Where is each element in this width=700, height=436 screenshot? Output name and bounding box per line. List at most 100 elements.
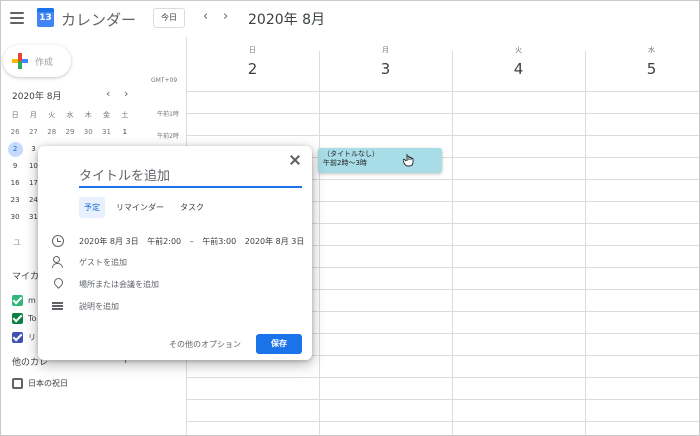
tab-1[interactable]: リマインダー xyxy=(111,197,169,218)
mini-weekday: 木 xyxy=(84,111,92,119)
column-divider xyxy=(452,51,453,435)
add-description: 説明を追加 xyxy=(79,301,119,311)
tab-2[interactable]: タスク xyxy=(175,197,209,218)
more-options-button[interactable]: その他のオプション xyxy=(169,339,241,350)
hand-cursor-icon xyxy=(403,154,414,167)
mini-day[interactable]: 26 xyxy=(6,124,24,141)
event-title-input[interactable] xyxy=(79,166,302,188)
mini-day[interactable]: 27 xyxy=(24,124,42,141)
day-name: 水 xyxy=(648,46,655,54)
hour-line xyxy=(186,135,699,136)
day-number[interactable]: 3 xyxy=(319,60,452,78)
day-name: 月 xyxy=(382,46,389,54)
day-name: 火 xyxy=(515,46,522,54)
mini-weekday: 水 xyxy=(66,111,74,119)
mini-weekday: 火 xyxy=(48,111,56,119)
mini-day[interactable]: 1 xyxy=(116,124,134,141)
guests-row[interactable]: ゲストを追加 xyxy=(52,255,127,269)
column-divider xyxy=(585,51,586,435)
end-date[interactable]: 2020年 8月 3日 xyxy=(245,237,305,246)
other-calendar-item[interactable]: 日本の祝日 xyxy=(12,376,68,390)
calendar-label: To xyxy=(28,313,37,323)
close-icon[interactable] xyxy=(289,154,301,166)
my-calendar-item[interactable]: To xyxy=(12,311,36,325)
start-date[interactable]: 2020年 8月 3日 xyxy=(79,237,139,246)
draft-event[interactable]: （タイトルなし） 午前2時～3時 xyxy=(318,148,442,173)
mini-day[interactable]: 2 xyxy=(6,141,24,158)
day-column-header[interactable]: 月3 xyxy=(319,45,452,78)
create-label: 作成 xyxy=(35,58,54,68)
mini-calendar-title: 2020年 8月 xyxy=(12,92,62,102)
day-column-header[interactable]: 水5 xyxy=(585,45,699,78)
chevron-right-icon[interactable]: › xyxy=(223,9,228,24)
people-icon xyxy=(52,256,64,268)
today-button[interactable]: 今日 xyxy=(153,8,185,28)
app-frame: 13 カレンダー 今日 ‹ › 2020年 8月 作成 2020年 8月 ‹ ›… xyxy=(0,0,700,436)
day-number[interactable]: 4 xyxy=(452,60,585,78)
mini-day[interactable]: 9 xyxy=(6,158,24,175)
mini-weekday: 金 xyxy=(103,111,111,119)
mini-day[interactable]: 31 xyxy=(97,124,115,141)
start-time[interactable]: 午前2:00 xyxy=(147,237,181,246)
mini-chevron-left-icon[interactable]: ‹ xyxy=(106,87,110,100)
mini-day[interactable]: 30 xyxy=(79,124,97,141)
quick-event-dialog: 予定リマインダータスク 2020年 8月 3日 午前2:00 – 午前3:00 … xyxy=(38,146,312,360)
day-column-header[interactable]: 日2 xyxy=(186,45,319,78)
location-pin-icon xyxy=(52,278,64,290)
event-type-tabs: 予定 リマインダー タスク xyxy=(79,197,215,218)
hour-line xyxy=(186,399,699,400)
calendar-label: 日本の祝日 xyxy=(28,378,68,388)
mini-weekday: 月 xyxy=(29,111,37,119)
day-number[interactable]: 2 xyxy=(186,60,319,78)
day-number[interactable]: 5 xyxy=(585,60,699,78)
mini-weekday: 土 xyxy=(121,111,129,119)
mini-chevron-right-icon[interactable]: › xyxy=(124,87,128,100)
calendar-label: リ xyxy=(28,332,36,342)
chevron-left-icon[interactable]: ‹ xyxy=(203,9,208,24)
mini-day[interactable]: 30 xyxy=(6,209,24,226)
end-time[interactable]: 午前3:00 xyxy=(202,237,236,246)
calendar-label: m xyxy=(28,295,36,305)
my-calendar-item[interactable]: リ xyxy=(12,330,36,344)
calendar-logo-icon: 13 xyxy=(37,8,54,27)
event-title: （タイトルなし） xyxy=(323,150,379,158)
datetime-row[interactable]: 2020年 8月 3日 午前2:00 – 午前3:00 2020年 8月 3日 xyxy=(52,234,310,248)
hour-line xyxy=(186,377,699,378)
hour-label: 午前1時 xyxy=(157,111,179,118)
plus-icon xyxy=(12,53,28,69)
checkbox-checked-icon[interactable] xyxy=(12,331,23,343)
location-row[interactable]: 場所または会議を追加 xyxy=(52,277,159,291)
hour-line xyxy=(186,91,699,92)
description-icon xyxy=(52,300,64,312)
clock-icon xyxy=(52,235,64,247)
mini-day[interactable]: 16 xyxy=(6,175,24,192)
day-column-header[interactable]: 火4 xyxy=(452,45,585,78)
checkbox-checked-icon[interactable] xyxy=(12,294,23,306)
mini-day[interactable]: 28 xyxy=(43,124,61,141)
hamburger-menu-icon[interactable] xyxy=(10,12,24,24)
my-calendar-item[interactable]: m xyxy=(12,293,36,307)
my-calendars-title[interactable]: マイカ xyxy=(12,269,39,282)
checkbox-checked-icon[interactable] xyxy=(12,312,23,324)
create-button[interactable]: 作成 xyxy=(3,45,71,77)
mini-weekday: 日 xyxy=(11,111,19,119)
mini-day[interactable]: 23 xyxy=(6,192,24,209)
time-dash: – xyxy=(189,236,194,246)
add-guests: ゲストを追加 xyxy=(79,257,127,267)
description-row[interactable]: 説明を追加 xyxy=(52,299,119,313)
event-time: 午前2時～3時 xyxy=(323,159,367,167)
day-name: 日 xyxy=(249,46,256,54)
column-divider xyxy=(319,51,320,435)
add-location: 場所または会議を追加 xyxy=(79,279,159,289)
timezone-label: GMT+09 xyxy=(151,77,178,84)
checkbox-empty-icon[interactable] xyxy=(12,377,23,389)
hour-line xyxy=(186,113,699,114)
current-month-title: 2020年 8月 xyxy=(248,12,325,28)
save-button[interactable]: 保存 xyxy=(256,334,302,354)
mini-day[interactable]: 29 xyxy=(61,124,79,141)
hour-line xyxy=(186,421,699,422)
top-header: 13 カレンダー 今日 ‹ › 2020年 8月 xyxy=(1,1,699,37)
tab-0[interactable]: 予定 xyxy=(79,197,105,218)
app-title: カレンダー xyxy=(61,11,137,29)
hour-label: 午前2時 xyxy=(157,133,179,140)
